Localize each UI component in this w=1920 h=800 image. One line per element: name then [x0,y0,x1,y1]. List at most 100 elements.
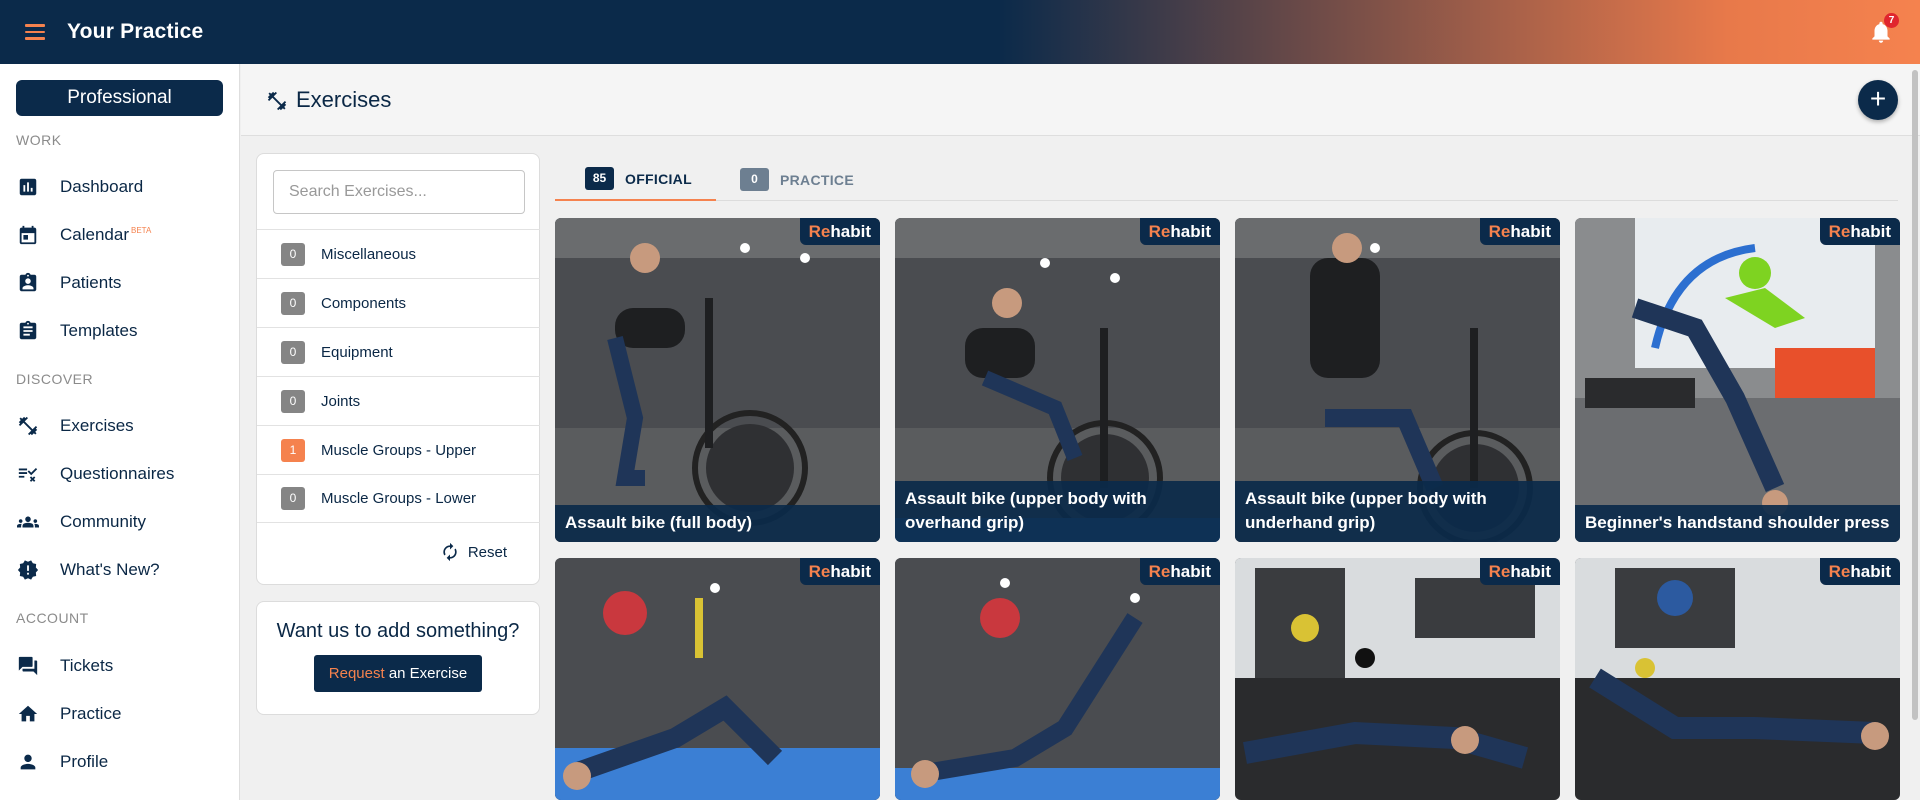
sidebar-item-label: Patients [60,273,122,292]
tab-official[interactable]: 85 OFFICIAL [555,158,716,201]
new-badge-icon [17,560,39,580]
exercise-card[interactable]: Rehabit [555,558,880,800]
sidebar-item-whats-new[interactable]: What's New? [0,550,239,590]
category-count-badge: 0 [281,242,305,266]
sidebar-item-patients[interactable]: Patients [0,263,239,303]
checklist-icon [18,467,38,482]
scrollbar[interactable] [1912,70,1918,720]
request-question: Want us to add something? [276,620,520,642]
sidebar: Professional WORK Dashboard Calendar BETA… [0,64,240,800]
sidebar-item-templates[interactable]: Templates [0,311,239,351]
exercise-card[interactable]: Rehabit [1575,558,1900,800]
sidebar-item-practice[interactable]: Practice [0,694,239,734]
rehabit-logo: Rehabit [799,218,880,245]
page-title: Exercises [296,87,392,112]
sidebar-item-exercises[interactable]: Exercises [0,406,239,446]
category-row-equipment[interactable]: 0 Equipment [257,327,540,376]
exercise-title: Assault bike (upper body with underhand … [1235,481,1560,542]
sidebar-item-label: Questionnaires [60,464,175,483]
request-button-accent: Request [328,665,385,682]
sidebar-item-questionnaires[interactable]: Questionnaires [0,454,239,494]
sidebar-item-tickets[interactable]: Tickets [0,646,239,686]
exercise-card[interactable]: Rehabit Assault bike (full body) [555,218,880,542]
category-count-badge: 0 [281,487,305,510]
section-label-account: ACCOUNT [16,610,89,626]
patient-badge-icon [19,272,37,292]
sidebar-item-dashboard[interactable]: Dashboard [0,167,239,207]
category-name: Miscellaneous [321,245,417,263]
beta-badge: BETA [131,226,152,236]
bar-chart-icon [19,178,37,196]
exercise-card[interactable]: Rehabit Assault bike (upper body with ov… [895,218,1220,542]
section-label-work: WORK [16,132,62,148]
sidebar-item-label: Dashboard [60,177,144,196]
exercise-thumbnail [1235,558,1560,800]
reset-label: Reset [467,543,507,561]
category-name: Muscle Groups - Lower [321,490,477,507]
sidebar-item-profile[interactable]: Profile [0,742,239,782]
add-exercise-button[interactable]: + [1858,80,1898,120]
request-button-label: an Exercise [384,665,468,682]
search-input[interactable] [273,170,525,214]
clipboard-icon [19,320,37,340]
home-icon [18,705,38,722]
reset-button[interactable]: Reset [440,542,507,562]
exercise-card[interactable]: Rehabit Beginner's handstand shoulder pr… [1575,218,1900,542]
notification-count-badge: 7 [1884,13,1899,28]
category-name: Joints [321,392,361,410]
exercise-thumbnail [555,558,880,800]
exercise-thumbnail [1575,218,1900,542]
sidebar-item-label: Profile [60,752,109,771]
rehabit-logo: Rehabit [1139,218,1220,245]
app-title: Your Practice [67,20,204,43]
category-count-badge: 0 [281,389,305,413]
exercise-title: Assault bike (upper body with overhand g… [895,481,1220,542]
exercise-card[interactable]: Rehabit [895,558,1220,800]
sidebar-item-label: Templates [60,321,138,340]
rehabit-logo: Rehabit [1479,218,1560,245]
category-name: Components [321,294,407,312]
sidebar-item-label: Calendar [60,225,129,244]
notification-bell-icon[interactable]: 7 [1868,13,1899,45]
hamburger-menu-icon[interactable] [25,21,51,43]
request-card: Want us to add something? Request an Exe… [256,601,540,715]
page-header: Exercises + [241,64,1920,136]
sidebar-item-label: Practice [60,704,122,723]
category-name: Muscle Groups - Upper [321,441,477,459]
category-count-badge: 1 [281,438,305,462]
category-name: Equipment [321,343,393,361]
category-count-badge: 0 [281,340,305,364]
calendar-icon [19,225,37,245]
tab-count-badge: 85 [585,167,614,190]
exercise-card[interactable]: Rehabit [1235,558,1560,800]
group-icon [17,516,39,528]
tab-count-badge: 0 [740,168,769,191]
category-row-miscellaneous[interactable]: 0 Miscellaneous [257,229,540,278]
category-row-muscle-groups-lower[interactable]: 0 Muscle Groups - Lower [257,474,540,523]
category-row-components[interactable]: 0 Components [257,278,540,327]
dumbbell-icon [18,416,38,436]
rehabit-logo: Rehabit [799,558,880,585]
tab-label: PRACTICE [780,171,854,188]
category-count-badge: 0 [281,291,305,315]
section-label-discover: DISCOVER [16,371,94,387]
sidebar-item-label: Exercises [60,416,134,435]
exercise-thumbnail [555,218,880,542]
sidebar-item-calendar[interactable]: Calendar BETA [0,215,239,255]
exercise-tabs: 85 OFFICIAL 0 PRACTICE [555,158,1898,201]
tab-label: OFFICIAL [625,170,692,187]
category-row-joints[interactable]: 0 Joints [257,376,540,425]
person-icon [20,754,36,770]
request-exercise-button[interactable]: Request an Exercise [313,655,483,692]
sidebar-item-community[interactable]: Community [0,502,239,542]
rehabit-logo: Rehabit [1819,218,1900,245]
exercise-card[interactable]: Rehabit Assault bike (upper body with un… [1235,218,1560,542]
tab-practice[interactable]: 0 PRACTICE [740,158,890,201]
exercise-title: Beginner's handstand shoulder press [1575,505,1900,542]
plan-button[interactable]: Professional [16,80,223,116]
category-row-muscle-groups-upper[interactable]: 1 Muscle Groups - Upper [257,425,540,474]
exercise-thumbnail [1575,558,1900,800]
top-app-bar: Your Practice 7 [0,0,1920,64]
filter-panel: 0 Miscellaneous 0 Components 0 Equipment… [256,153,540,585]
sidebar-item-label: What's New? [60,560,160,579]
